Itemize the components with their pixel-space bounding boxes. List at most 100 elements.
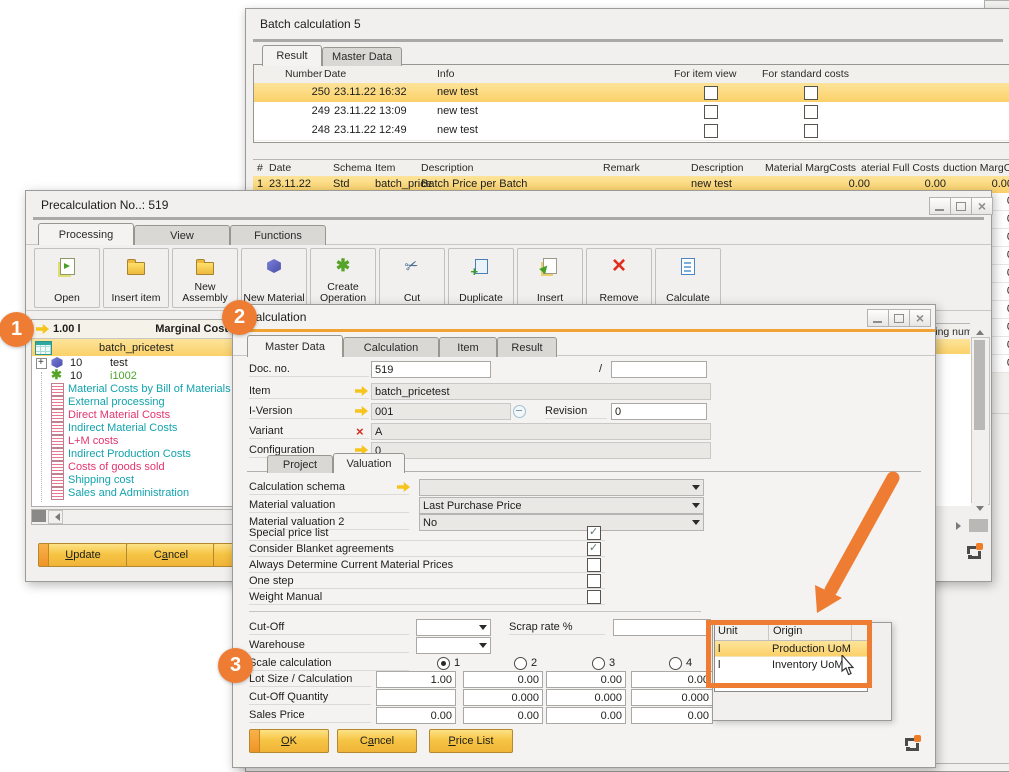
tab-processing[interactable]: Processing xyxy=(38,223,134,245)
expand-plus-icon[interactable] xyxy=(36,358,47,369)
ok-button[interactable]: OK xyxy=(249,729,329,753)
toolbar-button-cut[interactable]: Cut xyxy=(379,248,445,308)
tree-cost-item[interactable]: Costs of goods sold xyxy=(32,460,234,473)
tab-result[interactable]: Result xyxy=(262,45,322,66)
tab-valuation[interactable]: Valuation xyxy=(333,453,405,473)
sales-price-input-2[interactable]: 0.00 xyxy=(463,707,543,724)
scrollbar-thumb[interactable] xyxy=(969,519,988,532)
lot-size-input-4[interactable]: 0.00 xyxy=(631,671,713,688)
maximize-button[interactable] xyxy=(888,309,910,327)
tree-cost-item[interactable]: Material Costs by Bill of Materials xyxy=(32,382,234,395)
tree-cost-item[interactable]: Sales and Administration xyxy=(32,486,234,499)
one-step-checkbox[interactable] xyxy=(587,574,601,588)
lot-size-input-2[interactable]: 0.00 xyxy=(463,671,543,688)
result-row[interactable]: 249 23.11.22 13:09 new test xyxy=(254,102,1009,122)
cutoff-qty-input-4[interactable]: 0.000 xyxy=(631,689,713,706)
scale-radio-1[interactable] xyxy=(437,657,450,670)
tab-master-data[interactable]: Master Data xyxy=(322,47,402,66)
doc-no-input[interactable]: 519 xyxy=(371,361,491,378)
cancel-button[interactable]: Cancel xyxy=(126,543,216,567)
minimize-button[interactable] xyxy=(867,309,889,327)
minimize-button[interactable] xyxy=(929,197,951,215)
item-field[interactable]: batch_pricetest xyxy=(371,383,711,400)
cutoff-qty-input-1[interactable] xyxy=(376,689,456,706)
for-standard-costs-checkbox[interactable] xyxy=(804,86,818,100)
sales-price-input-1[interactable]: 0.00 xyxy=(376,707,456,724)
for-item-view-checkbox[interactable] xyxy=(704,124,718,138)
scale-radio-3[interactable] xyxy=(592,657,605,670)
material-valuation-select[interactable]: Last Purchase Price xyxy=(419,497,704,514)
tree-operation-row[interactable]: 10 i1002 xyxy=(32,369,234,382)
tree-cost-item[interactable]: L+M costs xyxy=(32,434,234,447)
for-standard-costs-checkbox[interactable] xyxy=(804,105,818,119)
i-version-field[interactable]: 001 xyxy=(371,403,511,420)
lot-size-input-1[interactable]: 1.00 xyxy=(376,671,456,688)
version-list-icon[interactable] xyxy=(513,405,526,418)
for-standard-costs-checkbox[interactable] xyxy=(804,124,818,138)
close-button[interactable]: × xyxy=(971,197,993,215)
beas-corner-icon[interactable] xyxy=(905,735,921,751)
beas-corner-icon[interactable] xyxy=(967,543,983,559)
tree-cost-item[interactable]: Indirect Material Costs xyxy=(32,421,234,434)
cutoff-qty-input-2[interactable]: 0.000 xyxy=(463,689,543,706)
lot-size-input-3[interactable]: 0.00 xyxy=(546,671,626,688)
result-row[interactable]: 250 23.11.22 16:32 new test xyxy=(254,83,1009,103)
tab-view[interactable]: View xyxy=(134,225,230,245)
link-arrow-icon[interactable] xyxy=(36,324,49,334)
configuration-field[interactable]: 0 xyxy=(371,442,711,459)
toolbar-button-new-material[interactable]: New Material xyxy=(241,248,307,308)
toolbar-button-remove[interactable]: Remove xyxy=(586,248,652,308)
tree-cost-item[interactable]: Shipping cost xyxy=(32,473,234,486)
tree-cost-item[interactable]: Direct Material Costs xyxy=(32,408,234,421)
tree-assembly-row[interactable]: 10 test xyxy=(32,356,234,369)
tree-cost-item[interactable]: Indirect Production Costs xyxy=(32,447,234,460)
tree-root-row[interactable]: batch_pricetest xyxy=(32,339,234,356)
scroll-up-button[interactable] xyxy=(971,323,988,337)
result-row[interactable]: 248 23.11.22 12:49 new test xyxy=(254,121,1009,141)
tab-calc-master-data[interactable]: Master Data xyxy=(247,335,343,357)
always-determine-current-material-prices-checkbox[interactable] xyxy=(587,558,601,572)
weight-manual-checkbox[interactable] xyxy=(587,590,601,604)
update-button[interactable]: Update xyxy=(38,543,128,567)
special-price-list-checkbox[interactable] xyxy=(587,526,601,540)
warehouse-select[interactable] xyxy=(416,637,491,654)
toolbar-button-open[interactable]: Open xyxy=(34,248,100,308)
right-vertical-scrollbar[interactable] xyxy=(971,337,990,505)
cancel-button[interactable]: Cancel xyxy=(337,729,417,753)
sales-price-input-4[interactable]: 0.00 xyxy=(631,707,713,724)
toolbar-button-duplicate[interactable]: Duplicate xyxy=(448,248,514,308)
scroll-left-button[interactable] xyxy=(48,510,63,524)
price-list-button[interactable]: Price List xyxy=(429,729,513,753)
scrap-rate-input[interactable] xyxy=(613,619,711,636)
maximize-button[interactable] xyxy=(950,197,972,215)
toolbar-button-new-assembly[interactable]: New Assembly xyxy=(172,248,238,308)
tab-functions[interactable]: Functions xyxy=(230,225,326,245)
tree-horizontal-scrollbar[interactable] xyxy=(31,509,235,525)
scroll-right-button[interactable] xyxy=(953,519,967,532)
scroll-down-button[interactable] xyxy=(971,503,988,517)
cutoff-select[interactable] xyxy=(416,619,491,636)
cutoff-qty-input-3[interactable]: 0.000 xyxy=(546,689,626,706)
toolbar-button-insert[interactable]: Insert xyxy=(517,248,583,308)
scrollbar-thumb[interactable] xyxy=(32,510,46,522)
red-x-icon[interactable]: × xyxy=(356,426,364,437)
scale-radio-4[interactable] xyxy=(669,657,682,670)
tree-cost-item[interactable]: External processing xyxy=(32,395,234,408)
variant-field[interactable]: A xyxy=(371,423,711,440)
tab-project[interactable]: Project xyxy=(267,455,333,473)
for-item-view-checkbox[interactable] xyxy=(704,105,718,119)
revision-input[interactable]: 0 xyxy=(611,403,707,420)
tab-calc-result[interactable]: Result xyxy=(497,337,557,357)
scale-radio-2[interactable] xyxy=(514,657,527,670)
close-button[interactable]: × xyxy=(909,309,931,327)
tab-calc-calculation[interactable]: Calculation xyxy=(343,337,439,357)
toolbar-button-calculate[interactable]: Calculate xyxy=(655,248,721,308)
calculation-schema-select[interactable] xyxy=(419,479,704,496)
doc-no2-input[interactable] xyxy=(611,361,707,378)
consider-blanket-agreements-checkbox[interactable] xyxy=(587,542,601,556)
for-item-view-checkbox[interactable] xyxy=(704,86,718,100)
sales-price-input-3[interactable]: 0.00 xyxy=(546,707,626,724)
tab-calc-item[interactable]: Item xyxy=(439,337,497,357)
toolbar-button-insert-item[interactable]: Insert item xyxy=(103,248,169,308)
toolbar-button-create-operation[interactable]: Create Operation xyxy=(310,248,376,308)
